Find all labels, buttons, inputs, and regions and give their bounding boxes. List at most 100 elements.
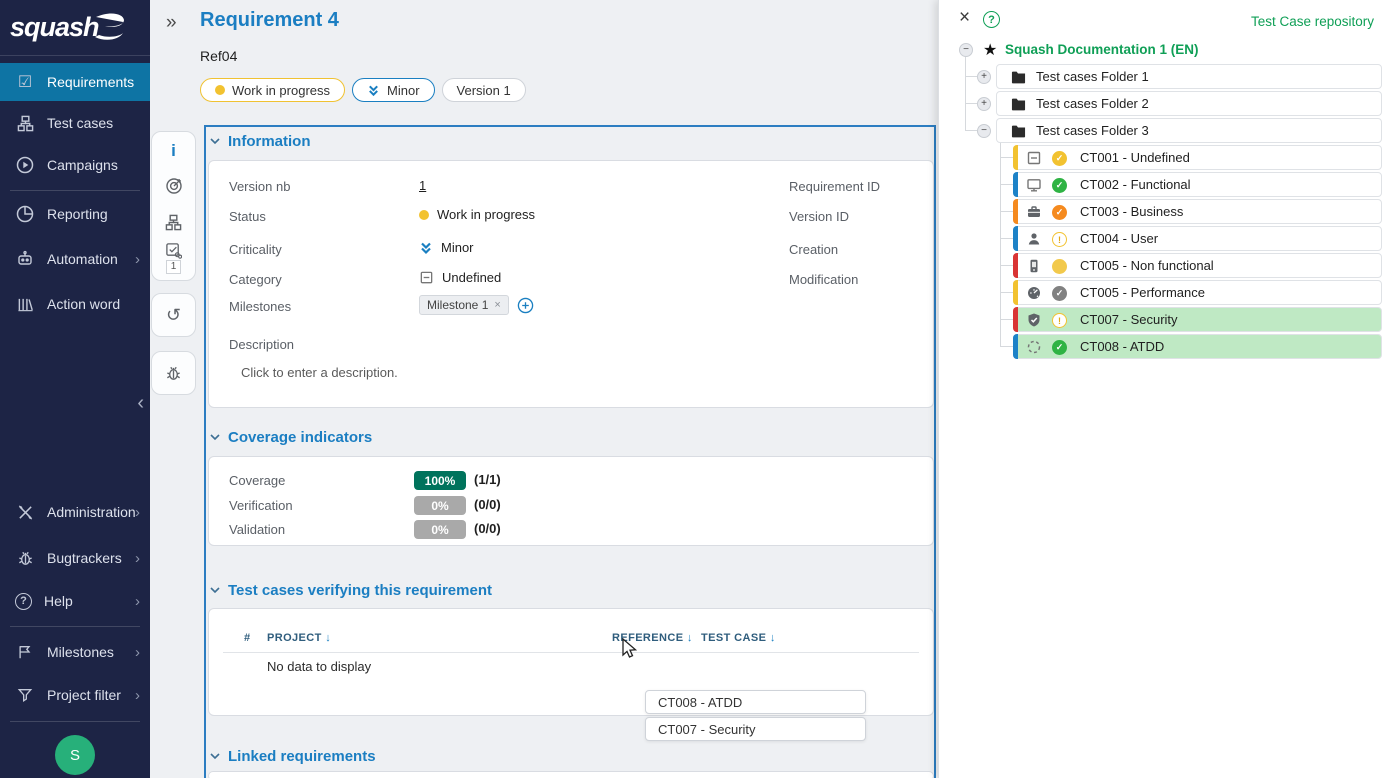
tree-connector <box>965 57 966 131</box>
tree-connector <box>1000 346 1013 347</box>
section-information[interactable]: Information <box>210 133 311 150</box>
field-label: Category <box>229 272 282 287</box>
version-badge[interactable]: Version 1 <box>442 78 526 102</box>
sidebar-item-milestones[interactable]: Milestones › <box>0 633 150 671</box>
automation-robot-icon <box>15 249 35 269</box>
double-chevron-down-icon <box>419 241 433 255</box>
main-content: » Requirement 4 Ref04 Work in progress M… <box>150 0 936 778</box>
section-verifying-test-cases[interactable]: Test cases verifying this requirement <box>210 582 492 599</box>
tab-verifying-test-cases[interactable]: 1 <box>151 240 196 276</box>
sidebar-item-reporting[interactable]: Reporting <box>0 195 150 233</box>
sidebar-item-action-word[interactable]: Action word <box>0 285 150 323</box>
information-card: Version nb 1 Status Work in progress Cri… <box>208 160 934 408</box>
sidebar-item-bugtrackers[interactable]: Bugtrackers › <box>0 539 150 577</box>
tree-test-case-selected[interactable]: ✓ CT008 - ATDD <box>1013 334 1382 359</box>
target-icon <box>165 177 183 195</box>
tree-connector <box>1000 157 1013 158</box>
sidebar-item-campaigns[interactable]: Campaigns <box>0 146 150 184</box>
status-icon: ✓ <box>1052 205 1067 220</box>
star-icon: ★ <box>983 40 997 60</box>
tree-test-case[interactable]: CT005 - Non functional <box>1013 253 1382 278</box>
history-icon: ↺ <box>166 306 181 324</box>
requirements-icon: ☑ <box>15 72 35 92</box>
criticality-value[interactable]: Minor <box>419 240 474 255</box>
status-value[interactable]: Work in progress <box>419 207 535 222</box>
description-placeholder[interactable]: Click to enter a description. <box>241 365 398 380</box>
verification-ratio: (0/0) <box>474 497 501 512</box>
tab-issues[interactable] <box>151 352 196 394</box>
chevron-right-icon: › <box>135 251 140 268</box>
section-coverage-indicators[interactable]: Coverage indicators <box>210 429 372 446</box>
remove-milestone-icon[interactable]: × <box>494 299 500 311</box>
category-value[interactable]: Undefined <box>419 270 501 285</box>
tree-test-case[interactable]: ✓ CT002 - Functional <box>1013 172 1382 197</box>
drag-ghost-item: CT007 - Security <box>645 717 866 741</box>
logo-swoosh-icon <box>95 11 125 45</box>
user-avatar[interactable]: S <box>55 735 95 775</box>
folder-icon <box>1011 70 1026 84</box>
sidebar-item-help[interactable]: ? Help › <box>0 582 150 620</box>
status-icon: ! <box>1052 232 1067 247</box>
sort-arrow-icon: ↓ <box>325 632 331 644</box>
criticality-badge[interactable]: Minor <box>352 78 435 102</box>
logo-text: squash <box>10 12 99 43</box>
version-nb-value[interactable]: 1 <box>419 178 426 193</box>
milestone-chip[interactable]: Milestone 1× <box>419 295 509 315</box>
status-icon: ✓ <box>1052 340 1067 355</box>
tree-test-case[interactable]: ! CT004 - User <box>1013 226 1382 251</box>
sort-arrow-icon: ↓ <box>687 632 693 644</box>
tree-connector <box>1000 211 1013 212</box>
campaigns-play-icon <box>15 155 35 175</box>
tree-test-case[interactable]: ✓ CT003 - Business <box>1013 199 1382 224</box>
sidebar-item-automation[interactable]: Automation › <box>0 240 150 278</box>
field-label: Modification <box>789 272 858 287</box>
sidebar-divider <box>10 190 140 191</box>
tab-strip-issues <box>151 351 196 395</box>
category-user-person-icon <box>1026 231 1042 247</box>
action-word-library-icon <box>15 294 35 314</box>
status-badge[interactable]: Work in progress <box>200 78 345 102</box>
squash-logo[interactable]: squash <box>0 0 150 56</box>
column-header-project[interactable]: PROJECT ↓ <box>267 632 331 644</box>
tab-hierarchy[interactable] <box>151 204 196 240</box>
field-label: Criticality <box>229 242 282 257</box>
chevron-right-icon: › <box>135 593 140 610</box>
close-icon[interactable]: × <box>959 8 970 27</box>
tab-coverage-target[interactable] <box>151 168 196 204</box>
tab-information[interactable]: i <box>151 132 196 168</box>
importance-bar <box>1013 199 1018 224</box>
coverage-percent-badge: 100% <box>414 471 466 490</box>
tree-connector <box>1000 265 1013 266</box>
add-milestone-icon[interactable] <box>517 297 534 314</box>
tree-folder[interactable]: Test cases Folder 1 <box>996 64 1382 89</box>
tab-history[interactable]: ↺ <box>151 294 196 336</box>
tree-root-project[interactable]: Squash Documentation 1 (EN) <box>1005 42 1199 57</box>
column-header-test-case[interactable]: TEST CASE ↓ <box>701 632 776 644</box>
column-header-index[interactable]: # <box>244 632 251 644</box>
tree-toggle-folder[interactable]: + <box>977 97 991 111</box>
sidebar-item-project-filter[interactable]: Project filter › <box>0 676 150 714</box>
section-linked-requirements[interactable]: Linked requirements <box>210 748 376 765</box>
tree-toggle-folder[interactable]: + <box>977 70 991 84</box>
sidebar-item-administration[interactable]: Administration › <box>0 493 150 531</box>
tree-test-case-selected[interactable]: ! CT007 - Security <box>1013 307 1382 332</box>
tree-test-case[interactable]: ✓ CT005 - Performance <box>1013 280 1382 305</box>
tree-folder[interactable]: Test cases Folder 2 <box>996 91 1382 116</box>
expand-header-icon[interactable]: » <box>166 12 177 34</box>
coverage-row-label: Verification <box>229 498 293 513</box>
tree-toggle-root[interactable]: − <box>959 43 973 57</box>
tree-toggle-folder[interactable]: − <box>977 124 991 138</box>
field-label: Version ID <box>789 209 849 224</box>
importance-bar <box>1013 334 1018 359</box>
square-minus-icon <box>419 270 434 285</box>
status-icon: ✓ <box>1052 178 1067 193</box>
sidebar-collapse-chevron[interactable]: ‹ <box>137 392 144 415</box>
help-icon[interactable]: ? <box>983 11 1000 28</box>
repository-title: Test Case repository <box>1251 14 1374 29</box>
sidebar-item-test-cases[interactable]: Test cases <box>0 104 150 142</box>
sidebar-item-requirements[interactable]: ☑ Requirements <box>0 63 150 101</box>
info-icon: i <box>171 142 176 159</box>
importance-bar <box>1013 280 1018 305</box>
tree-test-case[interactable]: ✓ CT001 - Undefined <box>1013 145 1382 170</box>
tree-folder[interactable]: Test cases Folder 3 <box>996 118 1382 143</box>
